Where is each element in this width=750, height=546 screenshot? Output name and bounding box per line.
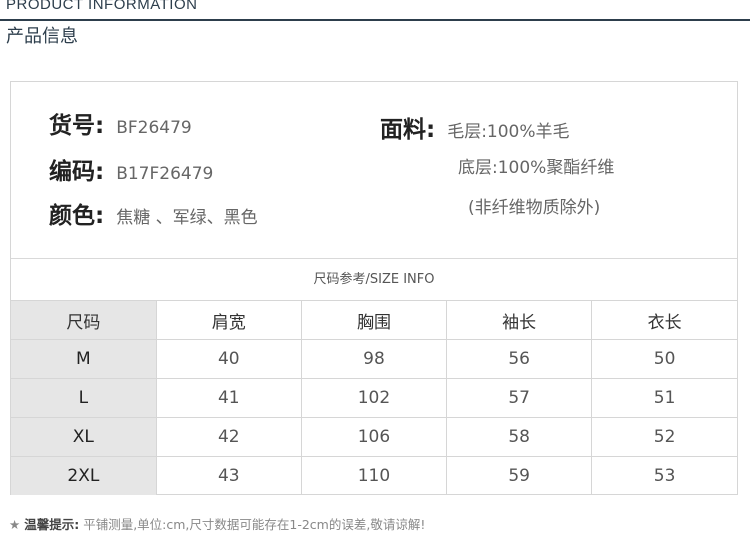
table-cell: 52 (591, 417, 737, 457)
code-label: 编码: (49, 159, 105, 185)
table-cell: 40 (155, 339, 302, 379)
header-cell: 衣长 (591, 300, 737, 340)
section-title-en: PRODUCT INFORMATION (6, 0, 198, 13)
color-row: 颜色: 焦糖 、军绿、黑色 (49, 196, 258, 230)
size-tip: ★ 温馨提示: 平铺测量,单位:cm,尺寸数据可能存在1-2cm的误差,敬请谅解… (9, 514, 425, 533)
table-cell: 42 (155, 417, 302, 457)
table-row: 2XL 43 110 59 53 (11, 456, 737, 495)
size-cell: XL (11, 417, 157, 457)
color-label: 颜色: (49, 203, 105, 229)
table-row: M 40 98 56 50 (11, 339, 737, 379)
header-cell: 袖长 (446, 300, 592, 340)
tip-text: 平铺测量,单位:cm,尺寸数据可能存在1-2cm的误差,敬请谅解! (83, 517, 426, 532)
item-no-value: BF26479 (116, 118, 192, 138)
table-cell: 43 (155, 456, 302, 495)
product-info-card: 货号: BF26479 编码: B17F26479 颜色: 焦糖 、军绿、黑色 … (10, 81, 738, 495)
fabric-line-1: 毛层:100%羊毛 (447, 122, 570, 142)
tip-label: 温馨提示: (24, 517, 80, 532)
header-divider (0, 19, 750, 21)
table-cell: 98 (300, 339, 447, 379)
table-cell: 106 (300, 417, 447, 457)
table-cell: 58 (446, 417, 592, 457)
size-cell: M (11, 339, 157, 379)
header-cell: 尺码 (11, 300, 157, 340)
size-table-caption: 尺码参考/SIZE INFO (313, 272, 435, 287)
size-cell: 2XL (11, 456, 157, 495)
header-cell: 胸围 (300, 300, 447, 340)
table-row: L 41 102 57 51 (11, 378, 737, 418)
fabric-row: 面料: 毛层:100%羊毛 (380, 110, 570, 144)
color-value: 焦糖 、军绿、黑色 (116, 208, 258, 228)
size-table: 尺码 肩宽 胸围 袖长 衣长 M 40 98 56 50 L 41 102 57… (11, 300, 737, 495)
table-cell: 57 (446, 378, 592, 418)
table-cell: 41 (155, 378, 302, 418)
item-no-label: 货号: (49, 113, 105, 139)
header-cell: 肩宽 (155, 300, 302, 340)
product-info-block: 货号: BF26479 编码: B17F26479 颜色: 焦糖 、军绿、黑色 … (11, 82, 737, 258)
code-value: B17F26479 (116, 164, 214, 184)
item-no-row: 货号: BF26479 (49, 106, 192, 140)
table-cell: 110 (300, 456, 447, 495)
table-cell: 53 (591, 456, 737, 495)
code-row: 编码: B17F26479 (49, 152, 213, 186)
fabric-label: 面料: (380, 117, 436, 143)
size-table-header: 尺码 肩宽 胸围 袖长 衣长 (11, 300, 737, 340)
table-row: XL 42 106 58 52 (11, 417, 737, 457)
table-cell: 59 (446, 456, 592, 495)
table-cell: 56 (446, 339, 592, 379)
fabric-line-2: 底层:100%聚酯纤维 (458, 158, 615, 178)
table-cell: 50 (591, 339, 737, 379)
table-cell: 102 (300, 378, 447, 418)
size-cell: L (11, 378, 157, 418)
star-icon: ★ (9, 517, 21, 532)
table-cell: 51 (591, 378, 737, 418)
fabric-line-3: (非纤维物质除外) (468, 198, 601, 218)
section-title-cn: 产品信息 (6, 26, 78, 47)
